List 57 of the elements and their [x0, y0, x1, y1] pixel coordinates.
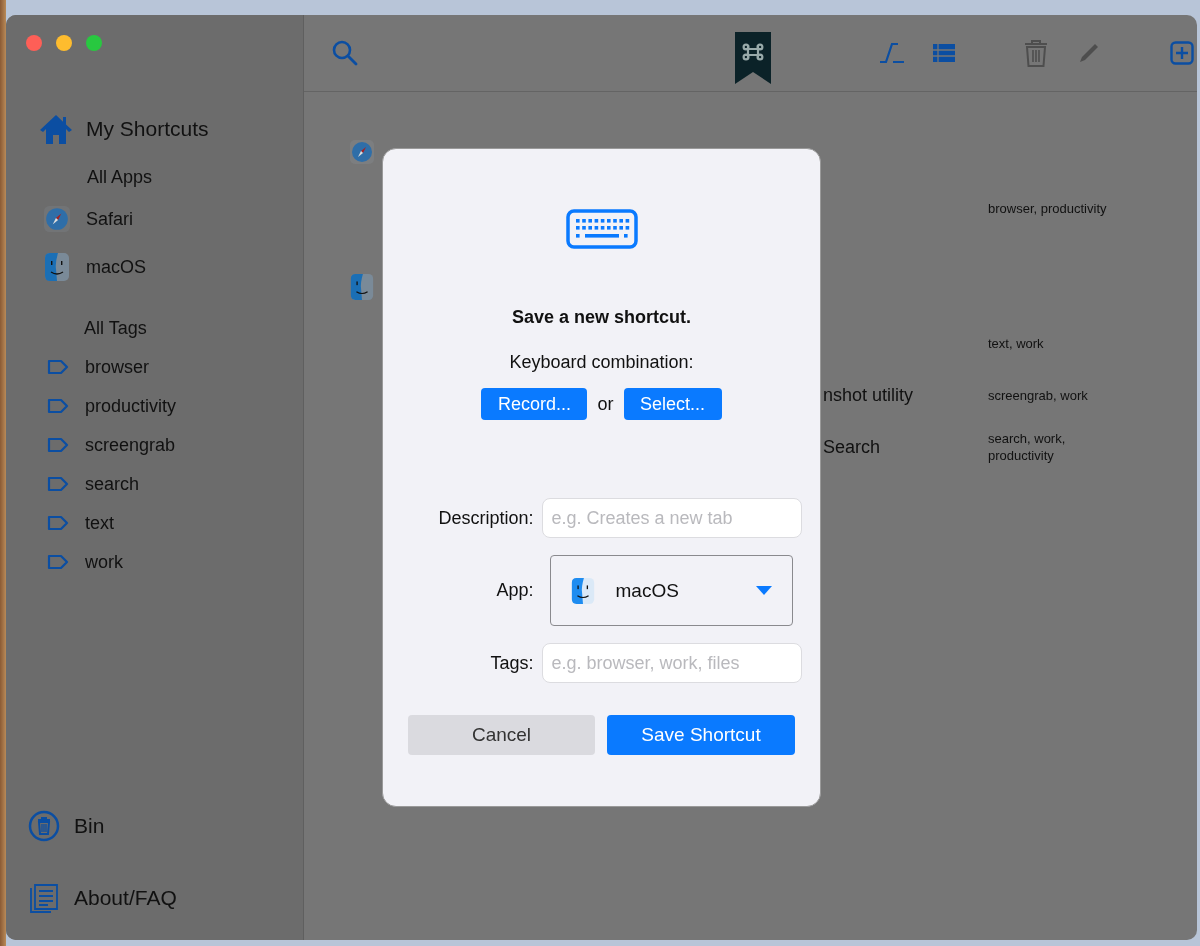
dropdown-value: macOS [615, 579, 679, 602]
curve-icon[interactable] [879, 42, 905, 64]
dialog-title: Save a new shortcut. [511, 307, 692, 328]
close-window-button[interactable] [26, 35, 42, 51]
app-dropdown[interactable]: macOS [549, 555, 793, 626]
shortcut-tags: text, work [988, 334, 1118, 352]
save-button[interactable]: Save Shortcut [607, 715, 795, 755]
sidebar-item[interactable]: Bin [28, 810, 105, 842]
minimize-window-button[interactable] [56, 35, 72, 51]
tag-icon [47, 554, 69, 570]
add-icon[interactable] [1170, 41, 1194, 65]
sidebar-item[interactable]: text [47, 512, 114, 534]
sidebar-item[interactable]: About/FAQ [28, 882, 177, 914]
shortcut-description: nshot utility [823, 384, 915, 406]
tag-icon [47, 476, 69, 492]
tag-icon [47, 398, 69, 414]
sidebar-item[interactable]: work [47, 551, 123, 573]
bookmark-logo-icon[interactable] [735, 32, 771, 84]
face-app-icon [570, 577, 595, 604]
sidebar-item[interactable]: browser [47, 356, 150, 378]
shortcut-tags: screengrab, work [988, 386, 1118, 404]
combination-label: Keyboard combination: [509, 352, 694, 373]
record-button[interactable]: Record... [481, 388, 588, 420]
tag-icon [47, 437, 69, 453]
face-app-icon [44, 253, 70, 281]
shortcut-tags: browser, productivity [988, 199, 1118, 217]
face-app-icon [350, 274, 374, 300]
shortcut-tags: search, work, productivity [988, 430, 1118, 464]
trash-icon [28, 810, 60, 842]
field-label: Description: [437, 507, 534, 529]
shortcut-description: Search [823, 436, 882, 458]
input-field[interactable]: e.g. browser, work, files [541, 643, 802, 683]
compass-icon [44, 205, 70, 233]
field-label: App: [495, 580, 534, 601]
select-button[interactable]: Select... [623, 388, 722, 420]
sidebar-item[interactable]: macOS [44, 250, 146, 284]
keyboard-icon [565, 209, 638, 249]
document-icon [28, 882, 60, 914]
sidebar-item[interactable]: productivity [47, 395, 177, 417]
list-icon[interactable] [933, 44, 955, 62]
field-label: Tags: [489, 652, 534, 674]
home-icon [38, 113, 74, 145]
search-icon[interactable] [332, 40, 358, 66]
cancel-button[interactable]: Cancel [408, 715, 595, 755]
sidebar-item[interactable]: My Shortcuts [38, 113, 209, 145]
tag-icon [47, 515, 69, 531]
input-field[interactable]: e.g. Creates a new tab [541, 498, 802, 538]
compass-icon [350, 139, 374, 165]
zoom-window-button[interactable] [86, 35, 102, 51]
or-label: or [597, 393, 614, 415]
sidebar-item[interactable]: All Apps [87, 167, 153, 188]
tag-icon [47, 359, 69, 375]
sidebar-item[interactable]: search [47, 473, 140, 495]
sidebar-item[interactable]: All Tags [84, 318, 147, 339]
caret-icon [755, 586, 772, 595]
sidebar-item[interactable]: screengrab [47, 434, 176, 456]
sidebar-item[interactable]: Safari [44, 202, 134, 236]
